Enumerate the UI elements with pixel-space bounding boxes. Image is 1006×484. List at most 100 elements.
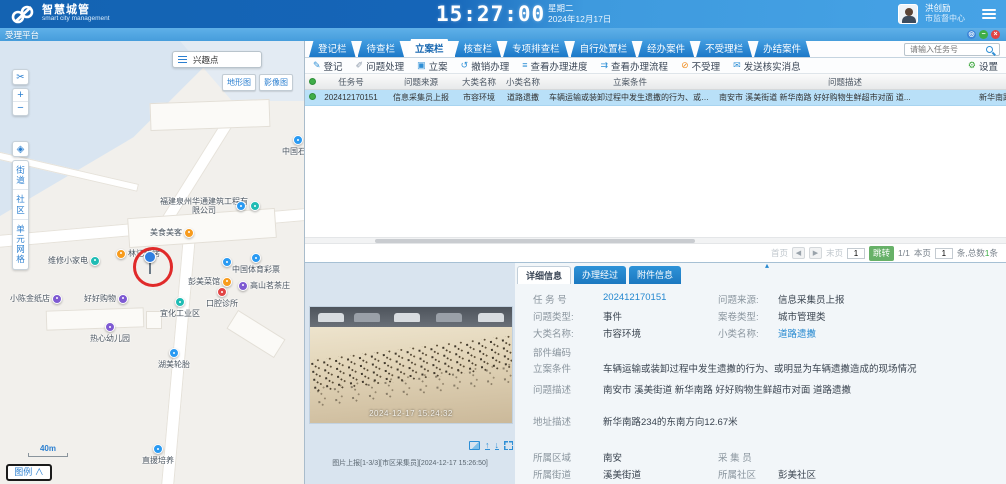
- tab-立案栏[interactable]: 立案栏: [406, 39, 453, 57]
- tab-专项排查栏[interactable]: 专项排查栏: [503, 39, 569, 57]
- platform-tab[interactable]: 受理平台: [5, 29, 39, 41]
- tab-不受理栏[interactable]: 不受理栏: [696, 39, 752, 57]
- table-cell: 信息采集员上报: [385, 92, 457, 103]
- task-search-box[interactable]: [904, 43, 1000, 56]
- window-minimize-icon[interactable]: −: [979, 30, 988, 39]
- last-page-button[interactable]: 末页: [826, 247, 843, 259]
- settings-button[interactable]: ⚙ 设置: [968, 59, 998, 73]
- map-poi-彭美菜馆[interactable]: 彭美菜馆: [188, 276, 232, 287]
- map-scale: 40m: [28, 444, 68, 457]
- measure-tool-button[interactable]: ✂: [12, 69, 29, 85]
- detail-field-value: 溪美街道: [603, 467, 641, 481]
- map-poi-高山茗茶庄[interactable]: 高山茗茶庄: [238, 280, 290, 291]
- map-poi-中国体育彩票[interactable]: 中国体育彩票: [232, 253, 280, 275]
- user-block[interactable]: 洪创励 市监督中心: [898, 0, 998, 28]
- tab-经办案件[interactable]: 经办案件: [638, 39, 694, 57]
- scrollbar-thumb[interactable]: [375, 239, 695, 243]
- detail-tab-详细信息[interactable]: 详细信息: [517, 266, 571, 284]
- detail-tab-附件信息[interactable]: 附件信息: [629, 266, 681, 284]
- case-photo[interactable]: 2024-12-17 15:24:32: [310, 307, 512, 423]
- zoom-control: + −: [12, 88, 29, 116]
- map-poi-直援培养[interactable]: 直援培养: [142, 444, 174, 466]
- image-icon[interactable]: [469, 441, 480, 450]
- poi-label: 好好购物: [84, 293, 116, 304]
- tab-核查栏[interactable]: 核查栏: [455, 39, 502, 57]
- table-cell: 道路遗撒: [501, 92, 545, 103]
- poi-label: 宜化工业区: [160, 308, 200, 319]
- table-empty-area: [305, 106, 1006, 237]
- detail-field-value[interactable]: 道路遗撒: [778, 326, 816, 340]
- task-search-input[interactable]: [908, 44, 986, 55]
- scale-label: 40m: [28, 444, 68, 453]
- 立案-button[interactable]: ▣立案: [417, 59, 448, 73]
- window-close-icon[interactable]: ×: [991, 30, 1000, 39]
- poi-icon: [169, 348, 179, 358]
- window-info-icon[interactable]: ◎: [967, 30, 976, 39]
- download-icon[interactable]: ↓: [495, 441, 500, 450]
- map-poi-宜化工业区[interactable]: 宜化工业区: [160, 297, 200, 319]
- page-number-input[interactable]: [847, 248, 865, 259]
- table-row[interactable]: 202412170151信息采集员上报市容环境道路遗撒车辆运输或装卸过程中发生遗…: [305, 90, 1006, 106]
- imagery-map-button[interactable]: 影像图: [259, 74, 293, 91]
- map-poi-维修小家电[interactable]: 维修小家电: [48, 255, 100, 266]
- tab-自行处置栏[interactable]: 自行处置栏: [571, 39, 637, 57]
- poi-icon: [222, 277, 232, 287]
- map-poi-口腔诊所[interactable]: 口腔诊所: [206, 287, 238, 309]
- layer-tab-单元网格[interactable]: 单 元 网 格: [13, 220, 28, 269]
- search-icon[interactable]: [986, 46, 993, 53]
- zoom-in-button[interactable]: +: [13, 89, 28, 102]
- map-poi-热心幼儿园[interactable]: 热心幼儿园: [90, 322, 130, 344]
- detail-field-value[interactable]: 202412170151: [603, 292, 666, 303]
- map-search-input[interactable]: [191, 54, 249, 66]
- 查看办理进度-button[interactable]: ≡查看办理进度: [522, 59, 587, 73]
- 不受理-button[interactable]: ⊘不受理: [681, 59, 720, 73]
- map-search-menu-icon[interactable]: [178, 56, 187, 58]
- map-poi-湖美轮胎[interactable]: 湖美轮胎: [158, 348, 190, 370]
- 撤销办理-button[interactable]: ↺撤销办理: [461, 59, 510, 73]
- poi-label: 口腔诊所: [206, 298, 238, 309]
- zoom-out-button[interactable]: −: [13, 102, 28, 115]
- map-pin-icon[interactable]: [144, 251, 156, 263]
- tab-登记栏[interactable]: 登记栏: [309, 39, 356, 57]
- map-poi-好好购物[interactable]: 好好购物: [84, 293, 128, 304]
- poi-label: 热心幼儿园: [90, 333, 130, 344]
- detail-field-value: 新华南路234的东南方向12.67米: [603, 414, 738, 428]
- first-page-button[interactable]: 首页: [771, 247, 788, 259]
- upload-icon[interactable]: ↑: [485, 441, 490, 450]
- map-panel[interactable]: 中国石…福建泉州华通建筑工程有限公司美食美客维修小家电林记烧烤中国体育彩票彭美菜…: [0, 41, 305, 484]
- poi-label: 小陈金纸店: [10, 293, 50, 304]
- layers-button[interactable]: ◈: [12, 141, 29, 157]
- detail-field-label: 小类名称:: [718, 326, 759, 340]
- per-page-input[interactable]: [935, 248, 953, 259]
- user-name: 洪创励: [925, 3, 965, 14]
- tab-待查栏[interactable]: 待查栏: [358, 39, 405, 57]
- 登记-button[interactable]: ✎登记: [313, 59, 343, 73]
- map-poi-中国石…[interactable]: 中国石…: [282, 135, 305, 157]
- horizontal-scrollbar[interactable]: [305, 237, 1006, 244]
- layer-tab-街道[interactable]: 街 道: [13, 161, 28, 190]
- transit-icon[interactable]: [222, 257, 232, 268]
- register-icon: ✎: [313, 61, 321, 70]
- map-poi-小陈金纸店[interactable]: 小陈金纸店: [10, 293, 62, 304]
- layer-tab-社区[interactable]: 社 区: [13, 190, 28, 219]
- weekday: 星期二: [548, 3, 611, 14]
- transit-icon[interactable]: [236, 201, 246, 212]
- menu-icon[interactable]: [982, 9, 996, 11]
- 发送核实消息-button[interactable]: ✉发送核实消息: [733, 59, 801, 73]
- map-search-box[interactable]: [172, 51, 262, 68]
- map-poi-美食美客[interactable]: 美食美客: [150, 227, 194, 238]
- collapse-arrow-icon[interactable]: ▴: [765, 261, 769, 270]
- jump-button[interactable]: 跳转: [869, 246, 894, 261]
- poi-label: 中国石…: [282, 146, 305, 157]
- 问题处理-button[interactable]: ✐问题处理: [356, 59, 405, 73]
- 查看办理流程-button[interactable]: ⇉查看办理流程: [601, 59, 669, 73]
- detail-tab-办理经过[interactable]: 办理经过: [574, 266, 626, 284]
- avatar[interactable]: [898, 4, 918, 24]
- fullscreen-icon[interactable]: [504, 441, 513, 450]
- poi-icon: [153, 444, 163, 454]
- legend-button[interactable]: 图例 ∧: [6, 464, 52, 481]
- next-page-button[interactable]: ▶: [809, 247, 822, 259]
- terrain-map-button[interactable]: 地形图: [222, 74, 256, 91]
- prev-page-button[interactable]: ◀: [792, 247, 805, 259]
- tab-办结案件[interactable]: 办结案件: [754, 39, 810, 57]
